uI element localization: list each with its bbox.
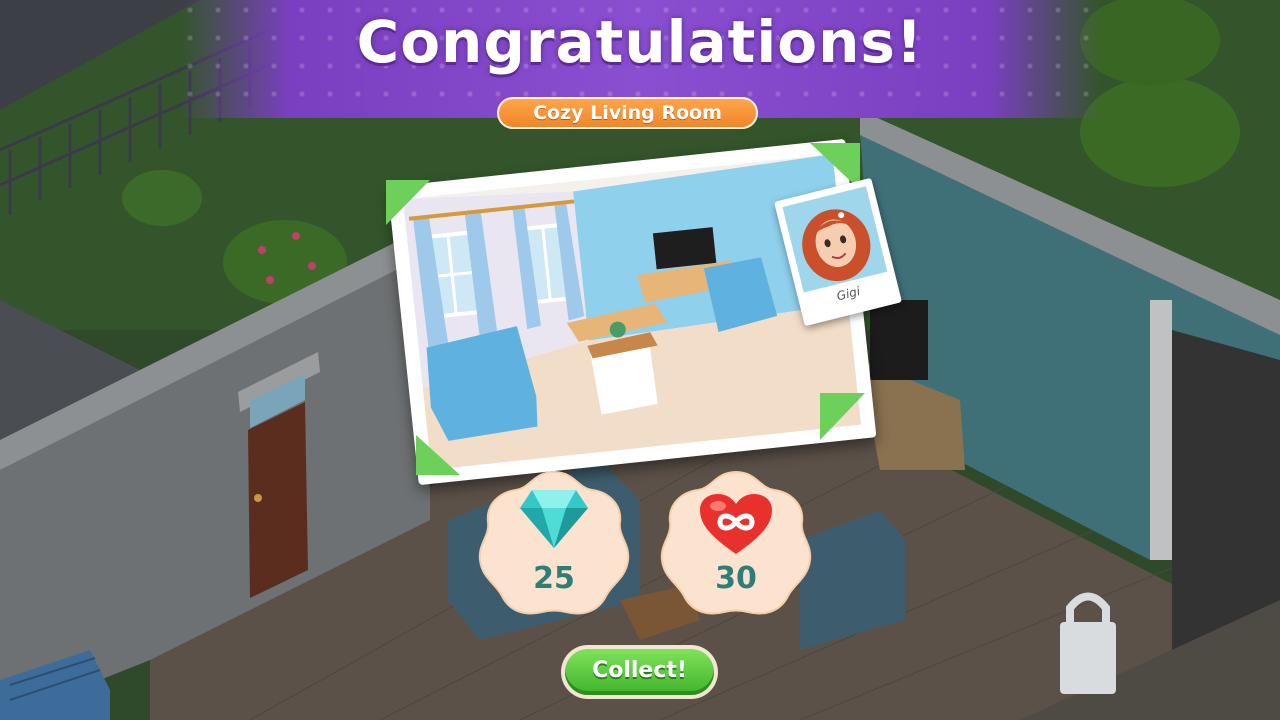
- lives-count: 30: [715, 561, 757, 596]
- collect-button[interactable]: Collect!: [561, 645, 718, 699]
- reward-lives: 30: [656, 466, 816, 626]
- gems-count: 25: [533, 561, 575, 596]
- reward-gems: 25: [474, 466, 634, 626]
- page-title: Congratulations!: [356, 8, 924, 76]
- photo-corner-markers: [386, 143, 865, 475]
- infinite-heart-icon: [700, 494, 772, 554]
- collect-button-label[interactable]: Collect!: [565, 649, 714, 695]
- room-name-badge: Cozy Living Room: [497, 97, 758, 129]
- corner-bottom-right: [820, 393, 865, 440]
- corner-bottom-left: [416, 435, 460, 475]
- corner-top-left: [386, 180, 430, 225]
- diamond-icon: [520, 490, 588, 548]
